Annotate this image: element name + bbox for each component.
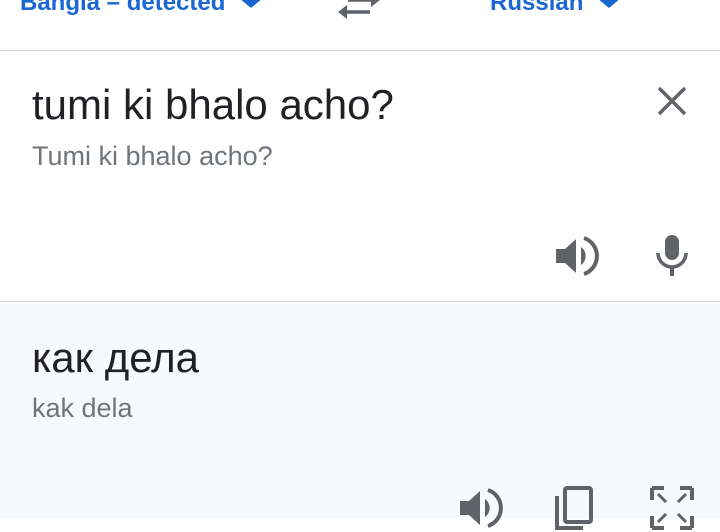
source-transliteration: Tumi ki bhalo acho? <box>32 141 273 171</box>
source-language-label: Bangla – detected <box>20 0 226 16</box>
listen-translation-button[interactable] <box>456 484 504 532</box>
clear-text-button[interactable] <box>652 81 692 121</box>
language-bar: Bangla – detected Russian <box>0 0 720 51</box>
copy-icon <box>555 486 593 530</box>
target-language-selector[interactable]: Russian <box>490 0 622 18</box>
speaker-icon <box>460 488 503 528</box>
swap-languages-icon <box>338 0 380 19</box>
fullscreen-button[interactable] <box>648 484 696 532</box>
speaker-icon <box>556 236 599 276</box>
source-panel: tumi ki bhalo acho? Tumi ki bhalo acho? <box>0 51 720 302</box>
chevron-down-icon <box>239 0 264 8</box>
chevron-down-icon <box>597 0 622 8</box>
copy-translation-button[interactable] <box>553 484 597 532</box>
close-icon <box>657 86 687 116</box>
source-language-selector[interactable]: Bangla – detected <box>20 0 264 18</box>
translation-transliteration: kak dela <box>32 393 133 423</box>
listen-source-button[interactable] <box>552 232 600 280</box>
translation-result-panel: как дела kak dela <box>0 302 720 530</box>
source-text-input[interactable]: tumi ki bhalo acho? <box>32 79 394 131</box>
voice-input-button[interactable] <box>650 232 694 280</box>
translation-text: как дела <box>32 334 200 381</box>
target-language-label: Russian <box>490 0 584 16</box>
swap-languages-button[interactable] <box>336 0 382 20</box>
fullscreen-icon <box>650 486 694 530</box>
microphone-icon <box>656 235 688 276</box>
